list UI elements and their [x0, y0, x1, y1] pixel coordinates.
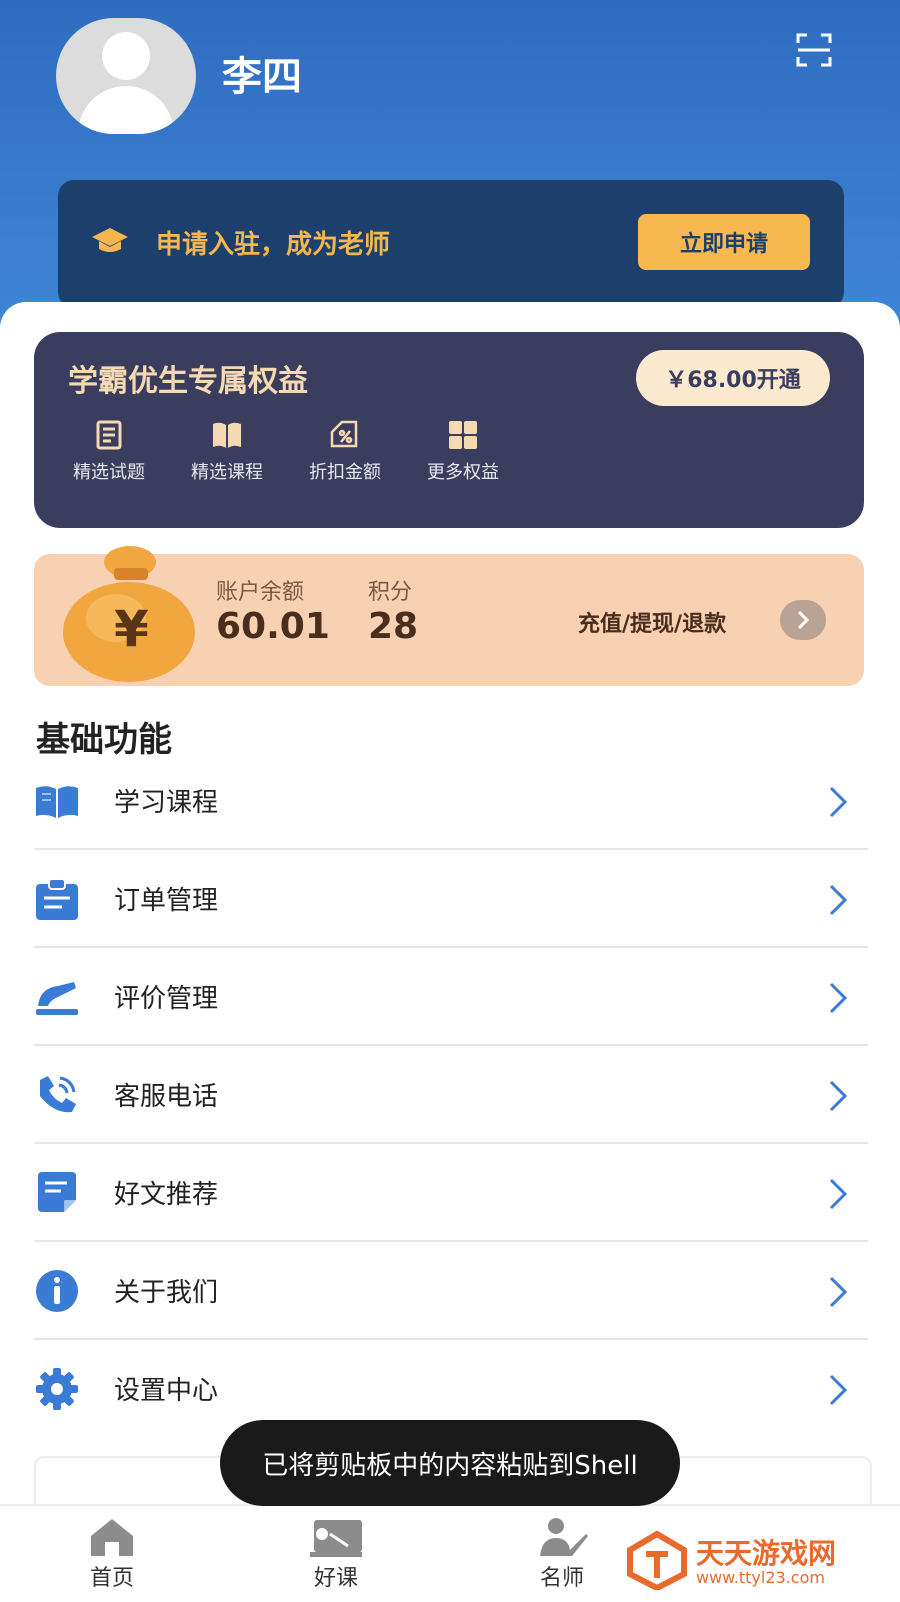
- balance-label: 账户余额: [216, 580, 305, 605]
- vip-benefits-card[interactable]: 学霸优生专属权益 ￥68.00开通 精选试题 精选课程 折扣金额 更多权益: [34, 332, 864, 528]
- discount-tag-icon: [330, 420, 358, 448]
- wallet-card[interactable]: ¥ 账户余额 60.01 积分 28 充值/提现/退款: [34, 546, 864, 686]
- watermark-logo-icon: [627, 1530, 687, 1590]
- balance-value: 60.01: [216, 606, 330, 647]
- menu-item-reviews[interactable]: 评价管理: [34, 948, 868, 1046]
- grid-icon: [449, 421, 477, 449]
- username: 李四: [222, 54, 302, 100]
- function-menu: 学习课程 订单管理 评价管理 客服电话 好文推荐 关于我们 设置中心: [34, 752, 868, 1436]
- chevron-right-icon: [829, 1276, 848, 1308]
- book-icon: [213, 422, 241, 448]
- benefit-item[interactable]: 精选试题: [54, 418, 164, 484]
- article-icon: [38, 1172, 76, 1212]
- money-bag-icon: ¥: [63, 546, 195, 682]
- watermark-title: 天天游戏网: [696, 1537, 837, 1570]
- chevron-right-icon: [797, 610, 810, 630]
- teacher-apply-banner: 申请入驻，成为老师 立即申请: [58, 180, 844, 308]
- gear-icon: [36, 1368, 78, 1410]
- chevron-right-icon: [829, 1178, 848, 1210]
- phone-icon: [40, 1076, 76, 1113]
- points-value: 28: [368, 606, 419, 647]
- menu-item-orders[interactable]: 订单管理: [34, 850, 868, 948]
- wallet-arrow-button[interactable]: [780, 600, 826, 640]
- home-icon: [91, 1519, 133, 1556]
- chevron-right-icon: [829, 1374, 848, 1406]
- tab-home[interactable]: 首页: [52, 1516, 172, 1592]
- benefit-item[interactable]: 精选课程: [172, 418, 282, 484]
- vip-title: 学霸优生专属权益: [68, 364, 308, 399]
- points-label: 积分: [368, 580, 413, 605]
- chevron-right-icon: [829, 786, 848, 818]
- teacher-apply-label: 申请入驻，成为老师: [156, 230, 391, 260]
- scan-icon[interactable]: [794, 30, 834, 70]
- menu-item-customer-service[interactable]: 客服电话: [34, 1046, 868, 1144]
- graduation-cap-icon: [92, 228, 128, 252]
- recharge-withdraw-refund-link[interactable]: 充值/提现/退款: [578, 606, 726, 638]
- tab-courses[interactable]: 好课: [276, 1516, 396, 1592]
- menu-item-articles[interactable]: 好文推荐: [34, 1144, 868, 1242]
- benefit-item[interactable]: 更多权益: [408, 418, 518, 484]
- svg-text:¥: ¥: [114, 600, 149, 658]
- tab-teachers[interactable]: 名师: [502, 1516, 622, 1592]
- teacher-icon: [540, 1518, 588, 1556]
- benefit-item[interactable]: 折扣金额: [290, 418, 400, 484]
- vip-activate-button[interactable]: ￥68.00开通: [636, 350, 830, 406]
- exam-list-icon: [96, 420, 122, 450]
- chevron-right-icon: [829, 884, 848, 916]
- watermark-url: www.ttyl23.com: [696, 1568, 825, 1587]
- apply-now-button[interactable]: 立即申请: [638, 214, 810, 270]
- open-book-icon: [36, 786, 78, 818]
- course-icon: [310, 1520, 362, 1557]
- clipboard-icon: [36, 878, 78, 920]
- chevron-right-icon: [829, 982, 848, 1014]
- toast-message: 已将剪贴板中的内容粘贴到Shell: [220, 1420, 680, 1506]
- avatar[interactable]: [56, 18, 196, 134]
- menu-item-courses[interactable]: 学习课程: [34, 752, 868, 850]
- chevron-right-icon: [829, 1080, 848, 1112]
- comment-edit-icon: [36, 982, 78, 1015]
- info-icon: [36, 1270, 78, 1312]
- site-watermark: 天天游戏网 www.ttyl23.com: [626, 1530, 886, 1596]
- menu-item-about-us[interactable]: 关于我们: [34, 1242, 868, 1340]
